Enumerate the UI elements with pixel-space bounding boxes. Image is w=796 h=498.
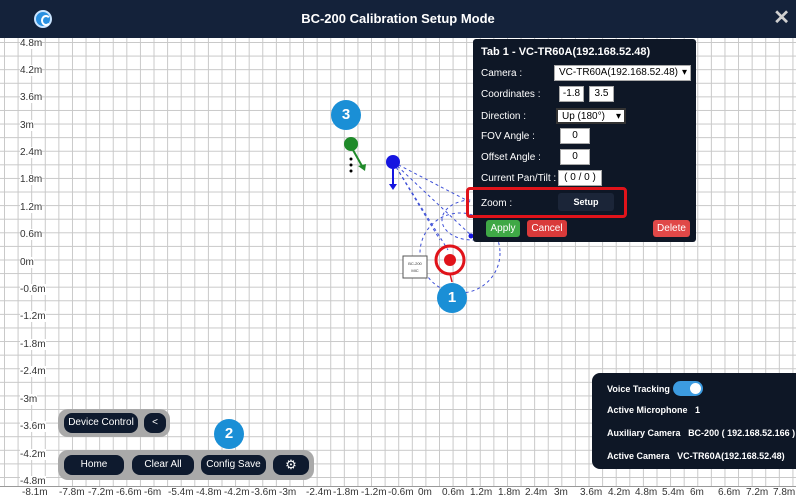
active-camera-label: Active Camera [607,451,670,461]
apply-button[interactable]: Apply [486,220,520,237]
active-mic-value: 1 [695,405,701,415]
offset-input[interactable]: 0 [560,149,590,165]
pantilt-value: ( 0 / 0 ) [558,170,602,186]
step-badge-3: 3 [331,100,361,130]
cancel-button[interactable]: Cancel [527,220,567,237]
config-save-button[interactable]: Config Save [201,455,266,475]
step-badge-2: 2 [214,419,244,449]
aux-camera-value: BC-200 ( 192.168.52.166 ) [688,428,796,438]
direction-select[interactable]: Up (180°) [556,108,626,124]
delete-button[interactable]: Delete [653,220,690,237]
device-line2: MIC [411,268,418,273]
voice-tracking-toggle[interactable] [673,381,703,396]
panel-title: Tab 1 - VC-TR60A(192.168.52.48) [481,46,651,58]
mic-device-icon[interactable]: BC-200 MIC [402,255,428,279]
blue-camera-icon[interactable] [386,155,400,190]
collapse-button[interactable]: < [144,413,166,433]
active-mic-row: Active Microphone 1 [607,405,700,415]
fov-input[interactable]: 0 [560,128,590,144]
aux-camera-row: Auxiliary Camera BC-200 ( 192.168.52.166… [607,428,795,438]
offset-label: Offset Angle : [481,152,541,163]
pantilt-label: Current Pan/Tilt : [481,173,557,184]
step-badge-1: 1 [437,283,467,313]
camera-label: Camera : [481,68,523,79]
coord-x-input[interactable]: -1.8 [559,86,584,102]
voice-tracking-label: Voice Tracking [607,384,670,394]
green-camera-icon[interactable] [344,137,366,173]
red-target-icon[interactable] [434,244,466,276]
camera-select[interactable]: VC-TR60A(192.168.52.48) [554,65,691,81]
device-line1: BC-200 [408,261,422,266]
home-button[interactable]: Home [64,455,124,475]
coord-y-input[interactable]: 3.5 [589,86,614,102]
coordinates-label: Coordinates : [481,89,541,100]
active-camera-row: Active Camera VC-TR60A(192.168.52.48) [607,451,785,461]
gear-icon[interactable]: ⚙ [273,455,309,475]
direction-label: Direction : [481,111,527,122]
device-control-button[interactable]: Device Control [64,413,138,433]
active-mic-label: Active Microphone [607,405,688,415]
active-camera-value: VC-TR60A(192.168.52.48) [677,451,785,461]
clear-all-button[interactable]: Clear All [132,455,194,475]
aux-camera-label: Auxiliary Camera [607,428,681,438]
fov-label: FOV Angle : [481,131,535,142]
zoom-highlight-box [466,187,627,218]
